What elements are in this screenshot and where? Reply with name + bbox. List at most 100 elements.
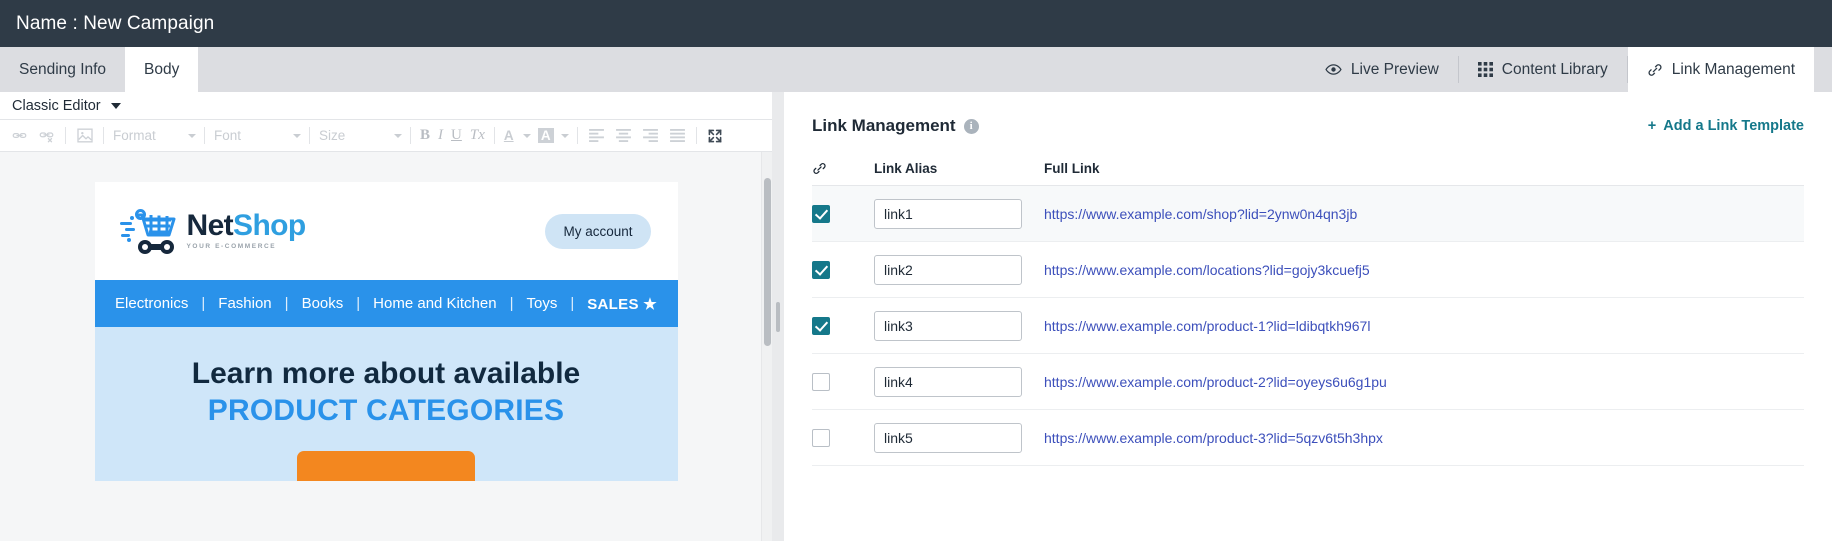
column-header-link-alias: Link Alias <box>874 161 938 176</box>
toolbar-size-dropdown[interactable]: Size <box>315 124 405 148</box>
add-link-template-button[interactable]: + Add a Link Template <box>1648 118 1804 134</box>
campaign-name-title: Name : New Campaign <box>16 12 215 34</box>
full-link-link1[interactable]: https://www.example.com/shop?lid=2ynw0n4… <box>1044 206 1804 222</box>
email-document: NetShop YOUR E-COMMERCE My account Elect… <box>94 182 678 482</box>
nav-link-electronics[interactable]: Electronics <box>113 295 190 312</box>
tabstrip-tail <box>1814 47 1832 92</box>
toolbar-align-center-icon[interactable] <box>610 124 637 148</box>
tab-sending-info[interactable]: Sending Info <box>0 47 125 92</box>
tabstrip-spacer <box>198 47 1306 92</box>
link-management-heading: Link Management <box>812 116 956 135</box>
toolbar-divider-4 <box>309 127 310 144</box>
main-tabstrip: Sending Info Body Live Preview Content L… <box>0 47 1832 92</box>
link-management-panel: Link Management i + Add a Link Template <box>784 92 1832 541</box>
row-checkbox-link5[interactable] <box>812 428 830 447</box>
toolbar-divider-3 <box>204 127 205 144</box>
alias-input-link5[interactable] <box>874 422 1022 453</box>
alias-input-link3[interactable] <box>874 310 1022 341</box>
row-full-link-cell: https://www.example.com/product-3?lid=5q… <box>1044 430 1804 446</box>
toolbar-bold-button[interactable]: B <box>416 127 434 144</box>
netshop-wordmark: NetShop YOUR E-COMMERCE <box>187 211 307 251</box>
row-checkbox-cell <box>812 428 874 447</box>
my-account-button[interactable]: My account <box>545 213 651 249</box>
toolbar-bg-color-button[interactable]: A <box>534 124 572 148</box>
toolbar-format-dropdown[interactable]: Format <box>109 124 199 148</box>
toolbar-align-justify-icon[interactable] <box>664 124 691 148</box>
add-link-template-label: Add a Link Template <box>1663 118 1804 134</box>
row-full-link-cell: https://www.example.com/product-2?lid=oy… <box>1044 374 1804 390</box>
netshop-logo: NetShop YOUR E-COMMERCE <box>118 206 306 256</box>
tab-live-preview[interactable]: Live Preview <box>1306 47 1458 92</box>
row-full-link-cell: https://www.example.com/shop?lid=2ynw0n4… <box>1044 206 1804 222</box>
link-icon <box>812 161 827 176</box>
toolbar-divider-6 <box>493 127 495 144</box>
tab-content-library[interactable]: Content Library <box>1459 47 1627 92</box>
row-checkbox-link3[interactable] <box>812 316 830 335</box>
toolbar-format-label: Format <box>113 128 156 143</box>
hero-headline-line1: Learn more about available <box>191 357 581 390</box>
nav-separator: | <box>356 295 361 312</box>
nav-link-sales[interactable]: SALES ★ <box>585 295 659 313</box>
full-link-link5[interactable]: https://www.example.com/product-3?lid=5q… <box>1044 430 1804 446</box>
tab-sending-info-label: Sending Info <box>19 60 107 78</box>
table-row: https://www.example.com/product-2?lid=oy… <box>812 354 1804 410</box>
toolbar-remove-format-button[interactable]: Tx <box>466 127 489 144</box>
chevron-down-icon <box>560 133 569 138</box>
toolbar-image-icon[interactable] <box>71 124 98 148</box>
tab-body-label: Body <box>144 60 180 78</box>
hero-cta-button[interactable] <box>297 451 475 482</box>
email-nav-bar: Electronics | Fashion | Books | Home and… <box>94 280 678 327</box>
full-link-link2[interactable]: https://www.example.com/locations?lid=go… <box>1044 262 1804 278</box>
shopping-cart-icon <box>118 206 180 256</box>
nav-link-home-and-kitchen[interactable]: Home and Kitchen <box>371 295 498 312</box>
link-table: Link Alias Full Link https://www.example… <box>784 152 1832 541</box>
row-checkbox-link2[interactable] <box>812 260 830 279</box>
column-header-full-link: Full Link <box>1044 161 1100 176</box>
nav-link-books[interactable]: Books <box>300 295 346 312</box>
row-full-link-cell: https://www.example.com/locations?lid=go… <box>1044 262 1804 278</box>
toolbar-underline-button[interactable]: U <box>447 127 466 144</box>
tab-link-management[interactable]: Link Management <box>1627 47 1814 92</box>
email-preview-canvas: NetShop YOUR E-COMMERCE My account Elect… <box>0 152 772 541</box>
editor-mode-dropdown[interactable]: Classic Editor <box>12 98 121 114</box>
alias-input-link4[interactable] <box>874 366 1022 397</box>
info-icon[interactable]: i <box>963 118 979 134</box>
canvas-scrollbar-thumb[interactable] <box>764 178 771 346</box>
row-checkbox-link1[interactable] <box>812 204 830 223</box>
link-table-header-row: Link Alias Full Link <box>812 152 1804 186</box>
toolbar-unlink-icon[interactable] <box>33 124 60 148</box>
row-alias-cell <box>874 366 1044 397</box>
splitter-grip[interactable] <box>776 301 780 332</box>
toolbar-text-color-button[interactable]: A <box>500 124 534 148</box>
toolbar-align-left-icon[interactable] <box>583 124 610 148</box>
row-alias-cell <box>874 422 1044 453</box>
canvas-scrollbar[interactable] <box>761 152 772 541</box>
toolbar-font-dropdown[interactable]: Font <box>210 124 304 148</box>
full-link-link4[interactable]: https://www.example.com/product-2?lid=oy… <box>1044 374 1804 390</box>
nav-link-toys[interactable]: Toys <box>524 295 559 312</box>
chevron-down-icon <box>522 133 531 138</box>
full-link-link3[interactable]: https://www.example.com/product-1?lid=ld… <box>1044 318 1804 334</box>
pane-splitter[interactable] <box>772 92 784 541</box>
toolbar-link-icon[interactable] <box>6 124 33 148</box>
toolbar-divider-5 <box>410 127 411 144</box>
email-header: NetShop YOUR E-COMMERCE My account <box>94 182 678 280</box>
nav-link-fashion[interactable]: Fashion <box>216 295 273 312</box>
nav-separator: | <box>284 295 289 312</box>
row-checkbox-link4[interactable] <box>812 372 830 391</box>
toolbar-maximize-icon[interactable] <box>702 124 729 148</box>
toolbar-font-label: Font <box>214 128 242 143</box>
toolbar-align-right-icon[interactable] <box>637 124 664 148</box>
column-header-checkbox <box>812 161 874 176</box>
editor-mode-label: Classic Editor <box>12 97 101 114</box>
alias-input-link1[interactable] <box>874 198 1022 229</box>
link-management-header: Link Management i + Add a Link Template <box>784 92 1832 152</box>
toolbar-italic-button[interactable]: I <box>434 127 447 144</box>
editor-toolbar: Format Font Size B I U Tx A A <box>0 120 772 152</box>
nav-separator: | <box>570 295 575 312</box>
row-alias-cell <box>874 310 1044 341</box>
nav-separator: | <box>201 295 206 312</box>
nav-separator: | <box>509 295 514 312</box>
tab-body[interactable]: Body <box>125 47 199 92</box>
alias-input-link2[interactable] <box>874 254 1022 285</box>
